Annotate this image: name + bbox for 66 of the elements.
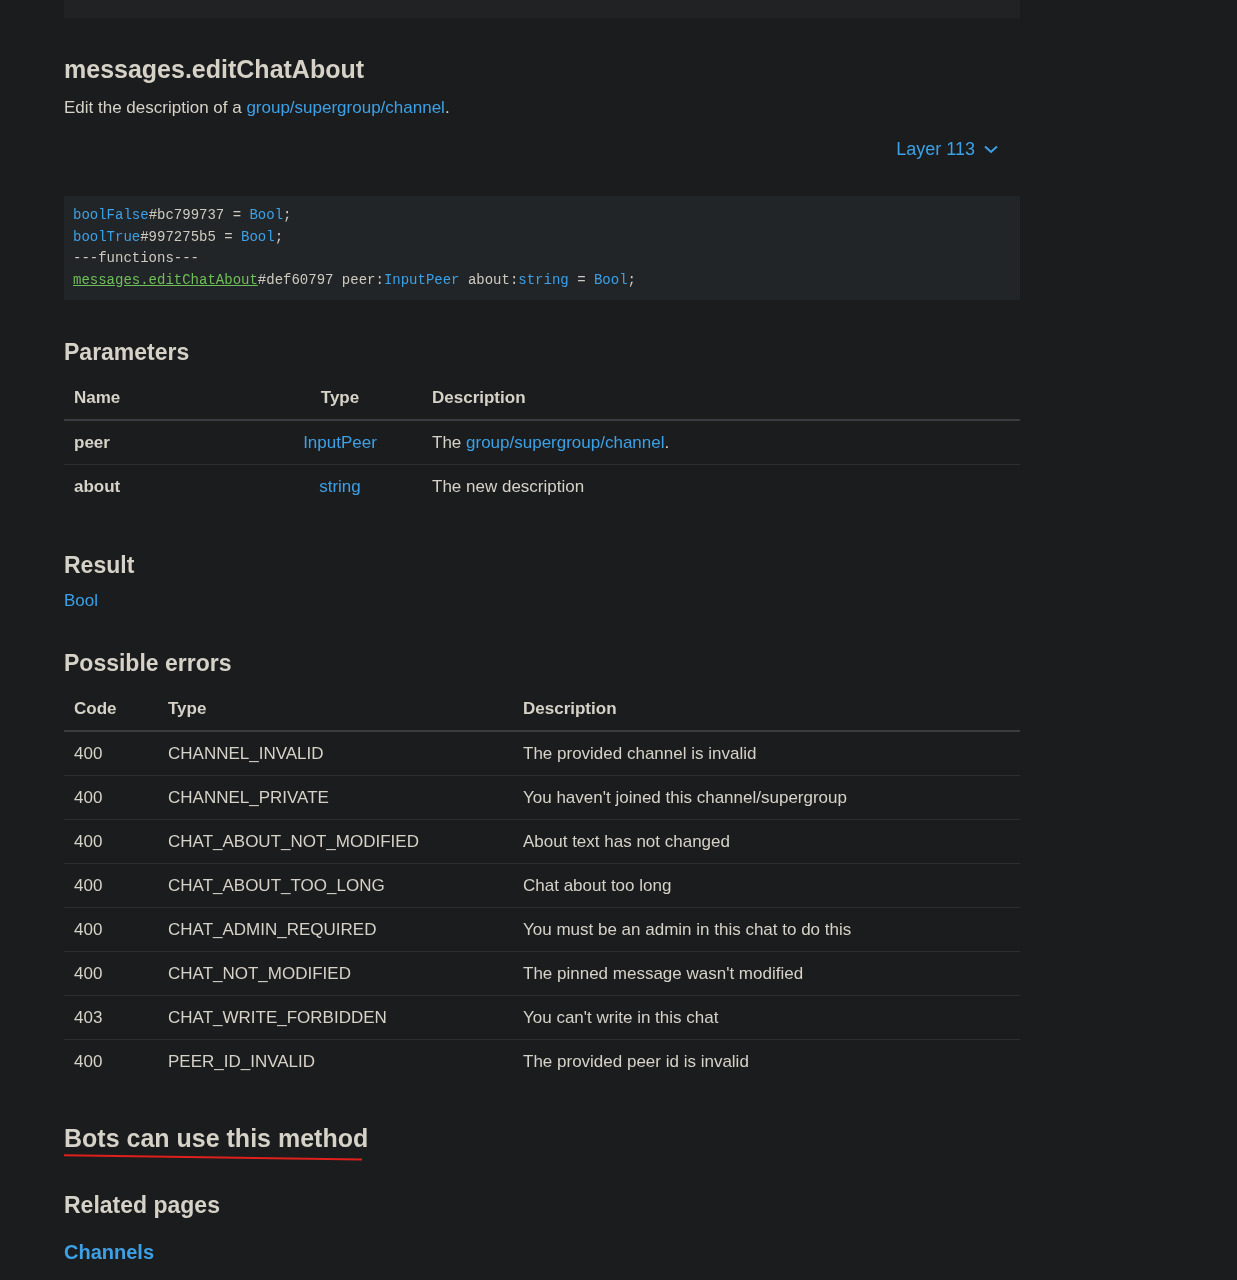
- table-cell-text: 400: [73, 919, 104, 940]
- layer-dropdown[interactable]: Layer 113: [896, 139, 998, 160]
- code-text: about:: [466, 271, 519, 288]
- table-cell-text: The provided channel is invalid: [522, 743, 758, 764]
- table-cell-text: Chat about too long: [522, 875, 673, 896]
- section-heading: Related pages: [64, 1191, 221, 1219]
- code-text: ;: [627, 271, 636, 288]
- table-cell-text: CHAT_NOT_MODIFIED: [167, 963, 352, 984]
- table-cell-text: You can't write in this chat: [522, 1007, 720, 1028]
- table-cell-text: 400: [73, 787, 104, 808]
- column-header: Name: [73, 387, 122, 408]
- method-link[interactable]: messages.editChatAbout: [73, 271, 258, 288]
- section-heading: Possible errors: [64, 649, 233, 677]
- code-text: ;: [283, 207, 292, 223]
- column-header: Type: [167, 698, 208, 719]
- table-cell-text: 400: [73, 963, 104, 984]
- table-cell-text: You haven't joined this channel/supergroup: [522, 787, 848, 808]
- column-header: Description: [431, 387, 527, 408]
- table-cell-text: peer: [73, 432, 111, 453]
- type-link[interactable]: InputPeer: [303, 432, 377, 452]
- type-link[interactable]: string: [518, 271, 569, 288]
- table-cell-text: The new description: [431, 477, 586, 497]
- type-link[interactable]: Bool: [593, 271, 628, 288]
- table-cell-text: 400: [73, 831, 104, 852]
- type-link[interactable]: boolTrue: [73, 228, 141, 245]
- link[interactable]: group/supergroup/channel: [246, 98, 445, 117]
- table-cell-text: CHAT_ABOUT_NOT_MODIFIED: [167, 831, 420, 852]
- table-cell-text: CHANNEL_INVALID: [167, 743, 325, 764]
- table-cell-text: The provided peer id is invalid: [522, 1052, 750, 1072]
- type-link[interactable]: string: [319, 477, 361, 496]
- table-cell-text: 403: [73, 1007, 104, 1028]
- code-text: #bc799737 =: [148, 207, 243, 223]
- table-cell-text: CHAT_ABOUT_TOO_LONG: [167, 875, 386, 896]
- section-heading: Parameters: [64, 338, 191, 366]
- link[interactable]: group/supergroup/channel: [466, 432, 665, 452]
- table-cell-text: CHAT_WRITE_FORBIDDEN: [167, 1007, 388, 1028]
- table-cell-text: 400: [73, 1052, 104, 1072]
- table-cell-text: PEER_ID_INVALID: [167, 1052, 317, 1072]
- chevron-down-icon: [984, 145, 998, 154]
- table-cell-text: About text has not changed: [522, 831, 731, 852]
- column-header: Code: [73, 698, 118, 719]
- code-text: #997275b5 =: [140, 228, 234, 245]
- type-link[interactable]: Bool: [64, 591, 99, 611]
- table-cell-text: 400: [73, 743, 104, 764]
- table-cell-text: The pinned message wasn't modified: [522, 963, 805, 984]
- related-link[interactable]: Channels: [64, 1241, 155, 1264]
- type-link[interactable]: InputPeer: [383, 271, 460, 288]
- table-cell-text: CHAT_ADMIN_REQUIRED: [167, 919, 378, 940]
- code-text: ---functions---: [73, 250, 200, 266]
- table-cell-text: CHANNEL_PRIVATE: [167, 787, 330, 808]
- page-title: messages.editChatAbout: [64, 55, 366, 83]
- code-text: ;: [274, 228, 284, 245]
- column-header: Type: [319, 387, 361, 408]
- type-link[interactable]: Bool: [249, 207, 284, 223]
- code-text: =: [576, 271, 587, 288]
- section-heading: Result: [64, 551, 136, 579]
- type-link[interactable]: Bool: [241, 228, 275, 245]
- table-cell-text: 400: [73, 875, 104, 896]
- table-cell-text: The group/supergroup/channel.: [431, 432, 671, 453]
- type-link[interactable]: boolFalse: [73, 207, 149, 223]
- section-heading: Bots can use this method: [64, 1124, 370, 1152]
- table-cell-text: You must be an admin in this chat to do this: [522, 919, 853, 940]
- table-cell-text: about: [73, 477, 122, 497]
- column-header: Description: [522, 698, 618, 719]
- code-text: #def60797 peer:: [257, 271, 384, 288]
- method-description: Edit the description of a group/supergroup/channel.: [64, 97, 451, 119]
